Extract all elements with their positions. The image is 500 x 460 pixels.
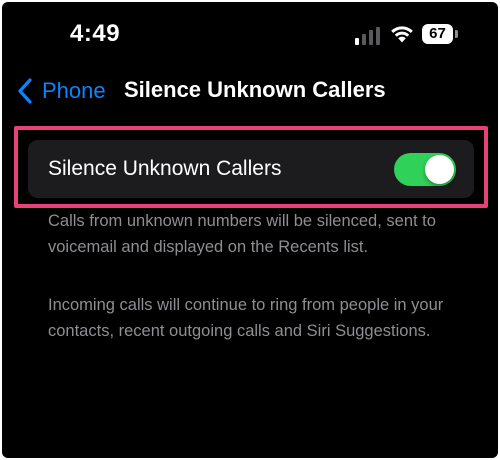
settings-row-silence-unknown-callers: Silence Unknown Callers xyxy=(28,140,474,198)
chevron-left-icon xyxy=(18,78,32,104)
page-title: Silence Unknown Callers xyxy=(124,77,386,102)
phone-screen: 4:49 67 Phone Silence Unknown Callers Si… xyxy=(2,2,498,458)
footer-description-2: Incoming calls will continue to ring fro… xyxy=(48,296,444,340)
back-button-label: Phone xyxy=(42,78,106,103)
status-time: 4:49 xyxy=(70,20,121,47)
wifi-icon xyxy=(391,26,413,43)
battery-level: 67 xyxy=(422,24,453,44)
setting-label: Silence Unknown Callers xyxy=(48,157,282,180)
battery-icon: 67 xyxy=(422,24,458,44)
footer-description-1: Calls from unknown numbers will be silen… xyxy=(48,212,436,256)
cellular-signal-icon xyxy=(355,27,380,45)
silence-unknown-callers-toggle[interactable] xyxy=(394,153,456,186)
battery-tip xyxy=(455,30,458,38)
toggle-knob xyxy=(425,155,454,184)
back-button[interactable]: Phone xyxy=(16,74,106,108)
